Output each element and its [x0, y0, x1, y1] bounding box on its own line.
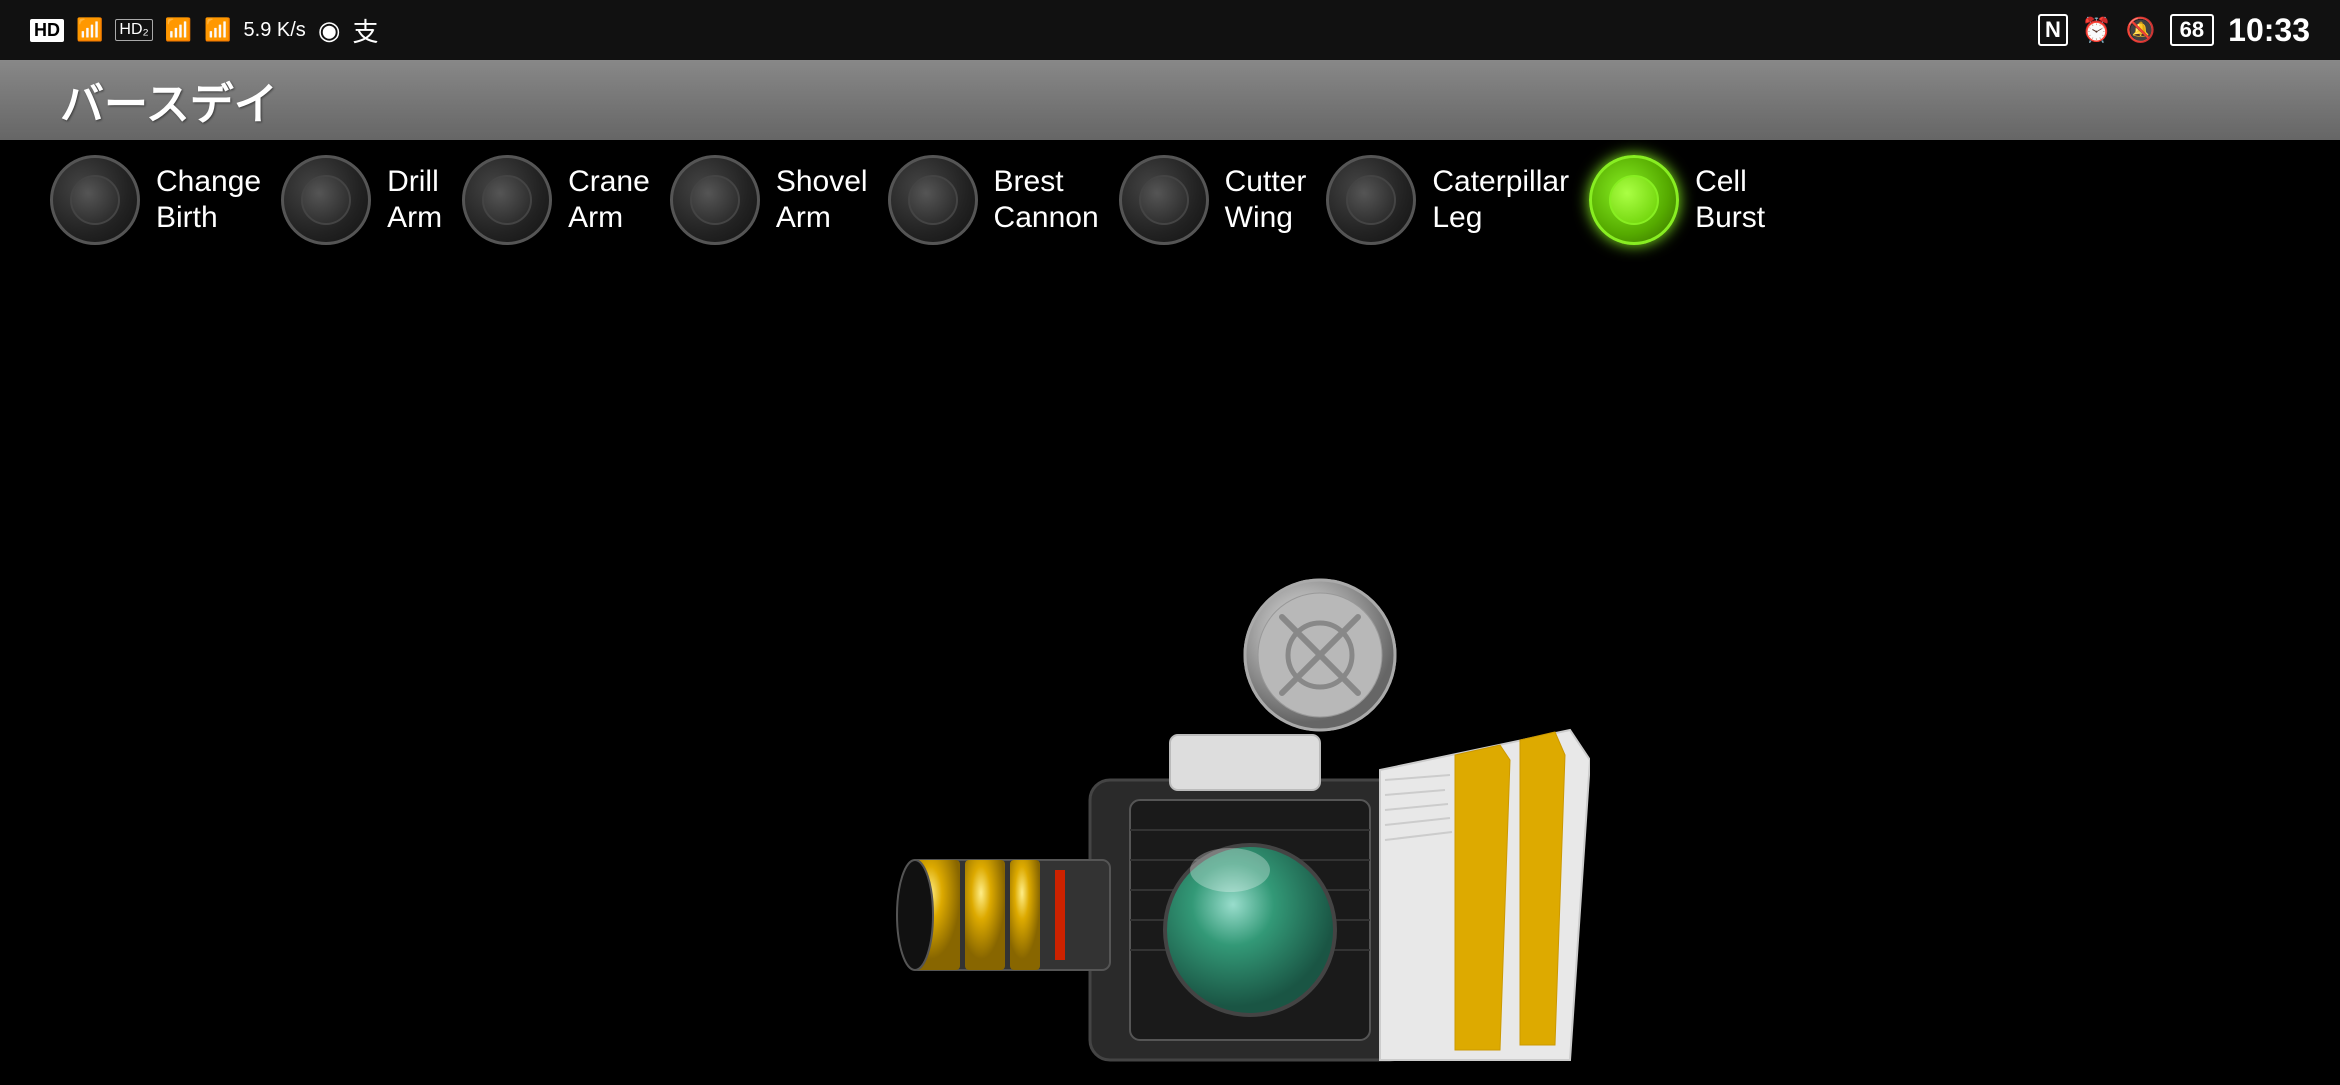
- radio-change-birth[interactable]: [50, 155, 140, 245]
- radio-inner-caterpillar-leg: [1346, 175, 1396, 225]
- signal-bars-2: 📶: [165, 17, 192, 43]
- label-caterpillar-leg: CaterpillarLeg: [1432, 164, 1569, 236]
- radio-brest-cannon[interactable]: [888, 155, 978, 245]
- btn-group-brest-cannon: BrestCannon: [888, 155, 1099, 245]
- battery-indicator: 68: [2170, 14, 2214, 46]
- label-crane-arm: CraneArm: [568, 164, 650, 236]
- status-right: N ⏰ 🔕 68 10:33: [2038, 12, 2310, 49]
- label-shovel-arm: ShovelArm: [776, 164, 868, 236]
- radio-inner-shovel-arm: [690, 175, 740, 225]
- btn-group-change-birth: ChangeBirth: [50, 155, 261, 245]
- nav-icon: ◉: [318, 15, 341, 46]
- label-cell-burst: CellBurst: [1695, 164, 1765, 236]
- btn-group-drill-arm: DrillArm: [281, 155, 442, 245]
- btn-group-shovel-arm: ShovelArm: [670, 155, 868, 245]
- mute-icon: 🔕: [2126, 16, 2156, 45]
- label-cutter-wing: CutterWing: [1225, 164, 1307, 236]
- btn-group-crane-arm: CraneArm: [462, 155, 650, 245]
- label-brest-cannon: BrestCannon: [994, 164, 1099, 236]
- button-row: ChangeBirth DrillArm CraneArm ShovelArm …: [50, 155, 1765, 245]
- device-image-area: [890, 560, 1590, 1080]
- wifi-icon: 📶: [204, 17, 231, 43]
- radio-caterpillar-leg[interactable]: [1326, 155, 1416, 245]
- radio-inner-drill-arm: [301, 175, 351, 225]
- time-display: 10:33: [2228, 12, 2310, 49]
- label-drill-arm: DrillArm: [387, 164, 442, 236]
- speed-indicator: 5.9 K/s: [244, 19, 306, 42]
- radio-cutter-wing[interactable]: [1119, 155, 1209, 245]
- hd-badge-2: HD₂: [115, 19, 152, 41]
- radio-inner-brest-cannon: [908, 175, 958, 225]
- signal-bars-1: 📶: [76, 17, 103, 43]
- alarm-icon: ⏰: [2082, 16, 2112, 45]
- app-title: バースデイ: [60, 68, 278, 132]
- title-bar: バースデイ: [0, 60, 2340, 140]
- status-left: HD 📶 HD₂ 📶 📶 5.9 K/s ◉ 支: [30, 12, 379, 49]
- btn-group-cutter-wing: CutterWing: [1119, 155, 1307, 245]
- btn-group-cell-burst: CellBurst: [1589, 155, 1765, 245]
- alipay-icon: 支: [353, 12, 379, 49]
- radio-drill-arm[interactable]: [281, 155, 371, 245]
- hd-badge-1: HD: [30, 19, 64, 42]
- radio-inner-crane-arm: [482, 175, 532, 225]
- radio-inner-cell-burst: [1609, 175, 1659, 225]
- nfc-icon: N: [2038, 14, 2068, 46]
- radio-inner-cutter-wing: [1139, 175, 1189, 225]
- label-change-birth: ChangeBirth: [156, 164, 261, 236]
- radio-inner-change-birth: [70, 175, 120, 225]
- radio-crane-arm[interactable]: [462, 155, 552, 245]
- radio-shovel-arm[interactable]: [670, 155, 760, 245]
- radio-cell-burst[interactable]: [1589, 155, 1679, 245]
- device-svg: [890, 560, 1590, 1080]
- btn-group-caterpillar-leg: CaterpillarLeg: [1326, 155, 1569, 245]
- status-bar: HD 📶 HD₂ 📶 📶 5.9 K/s ◉ 支 N ⏰ 🔕 68 10:33: [0, 0, 2340, 60]
